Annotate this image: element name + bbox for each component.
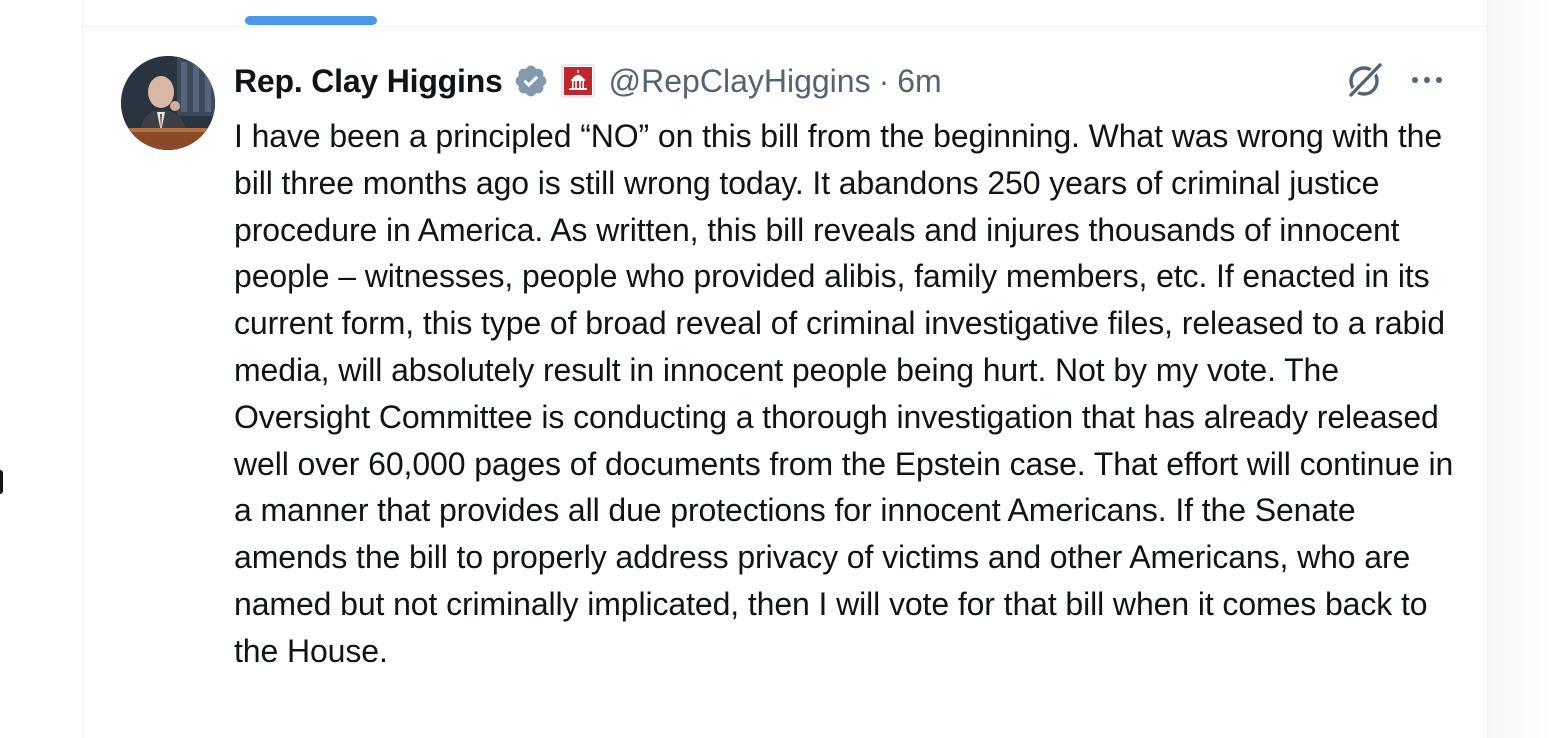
verified-badge-icon[interactable] xyxy=(513,63,549,99)
left-edge-marker xyxy=(0,470,3,494)
handle[interactable]: @RepClayHiggins xyxy=(609,63,871,100)
post-time[interactable]: 6m xyxy=(897,63,941,100)
post-text: I have been a principled “NO” on this bi… xyxy=(234,118,1454,669)
timeline-column: Rep. Clay Higgins @RepClayHiggins · 6m I… xyxy=(82,0,1488,738)
post-header: Rep. Clay Higgins @RepClayHiggins · 6m xyxy=(234,59,942,103)
separator-dot: · xyxy=(878,62,890,99)
avatar[interactable] xyxy=(121,56,215,150)
avatar-photo xyxy=(121,56,215,150)
active-tab-indicator xyxy=(245,16,377,25)
right-gutter xyxy=(1488,0,1552,738)
post[interactable]: Rep. Clay Higgins @RepClayHiggins · 6m I… xyxy=(83,27,1487,738)
grok-icon[interactable] xyxy=(1343,58,1387,102)
us-capitol-badge-icon[interactable] xyxy=(561,64,595,98)
more-options-icon[interactable] xyxy=(1407,67,1447,93)
display-name[interactable]: Rep. Clay Higgins xyxy=(234,63,503,100)
